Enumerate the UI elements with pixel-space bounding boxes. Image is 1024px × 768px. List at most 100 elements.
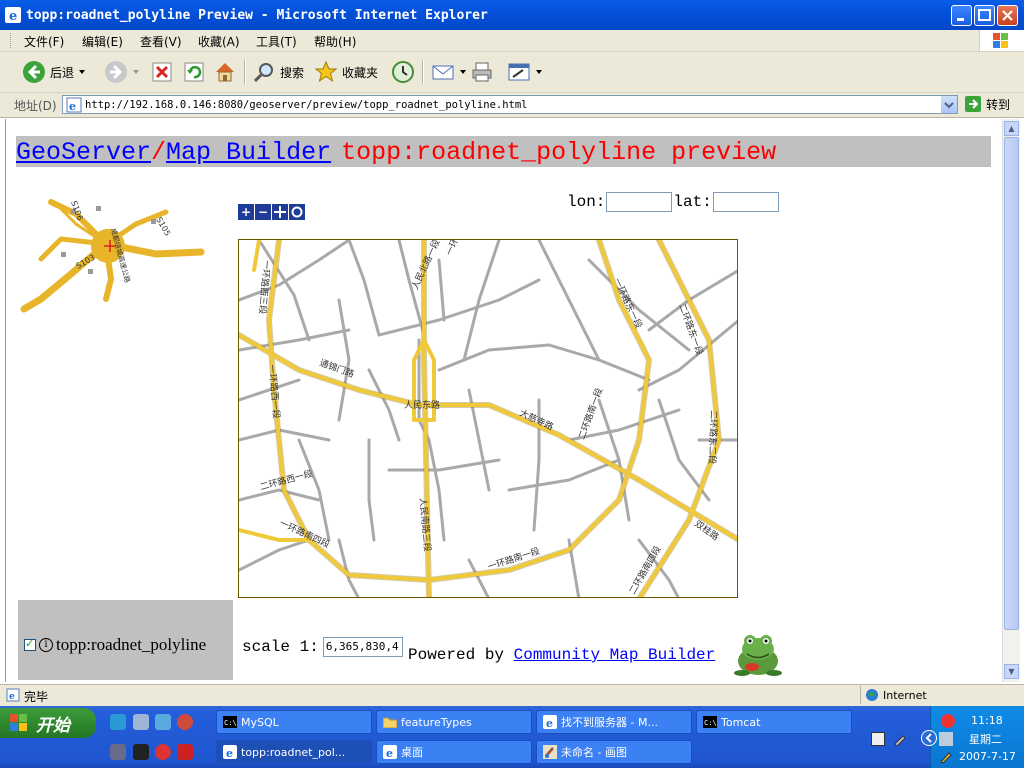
globe-icon	[866, 689, 878, 701]
favorites-button[interactable]: 收藏夹	[314, 58, 378, 86]
reset-button[interactable]	[289, 204, 305, 220]
print-button[interactable]	[470, 58, 494, 86]
forward-button[interactable]	[104, 58, 140, 86]
community-map-builder-link[interactable]: Community Map Builder	[514, 646, 716, 664]
coordinate-readout: lon: lat:	[567, 192, 780, 212]
lon-input[interactable]	[606, 192, 673, 212]
network-tray-icon[interactable]	[939, 732, 953, 746]
svg-text:e: e	[226, 747, 233, 759]
edit-button[interactable]	[507, 58, 543, 86]
stop-button[interactable]	[151, 58, 173, 86]
search-button[interactable]: 搜索	[252, 58, 304, 86]
page-done-icon: e	[6, 688, 20, 702]
vertical-scrollbar[interactable]: ▲ ▼	[1002, 119, 1020, 682]
windows-flag-icon	[993, 33, 1008, 48]
task-tomcat[interactable]: C:\ Tomcat	[696, 710, 852, 734]
app-quicklaunch-icon[interactable]	[177, 744, 193, 760]
lon-label: lon:	[567, 193, 606, 211]
zoom-in-button[interactable]: +	[238, 204, 254, 220]
home-icon	[216, 63, 234, 82]
address-dropdown-button[interactable]	[941, 96, 957, 113]
page-content: GeoServer/Map Builder topp:roadnet_polyli…	[5, 119, 1003, 682]
close-button[interactable]	[997, 5, 1018, 26]
home-button[interactable]	[213, 58, 237, 86]
map-builder-link[interactable]: Map Builder	[166, 138, 331, 167]
chevron-down-icon	[536, 70, 542, 74]
forward-arrow-icon	[105, 61, 127, 83]
ie-quicklaunch-icon[interactable]	[110, 714, 126, 730]
edit-page-icon	[508, 63, 530, 81]
input-method-icon[interactable]	[871, 732, 885, 746]
history-icon	[392, 61, 414, 83]
task-desktop[interactable]: e 桌面	[376, 740, 532, 764]
main-map[interactable]: 人民东路 人民北路一段 人民南路三段 一环路东一段 一环路南四段 一环路南一段 …	[238, 239, 738, 598]
menu-bar: 文件(F) 编辑(E) 查看(V) 收藏(A) 工具(T) 帮助(H)	[0, 30, 1024, 52]
menu-tools[interactable]: 工具(T)	[256, 33, 297, 50]
toolbar-separator	[244, 60, 246, 84]
explorer-quicklaunch-icon[interactable]	[133, 714, 149, 730]
pan-button[interactable]	[272, 204, 288, 220]
app-quicklaunch-icon[interactable]	[110, 744, 126, 760]
taskbar: 开始 C:\ MySQL featureTypes e 找不到服务器 - M..…	[0, 706, 1024, 768]
menu-file[interactable]: 文件(F)	[24, 33, 64, 50]
search-icon	[253, 63, 273, 83]
geoserver-link[interactable]: GeoServer	[16, 138, 151, 167]
svg-text:e: e	[69, 100, 76, 113]
mail-button[interactable]	[431, 58, 467, 86]
scroll-thumb[interactable]	[1004, 137, 1019, 630]
powered-text: Powered by	[408, 646, 505, 664]
scale-input[interactable]: 6,365,830,4	[322, 637, 403, 657]
scroll-down-button[interactable]: ▼	[1004, 664, 1019, 679]
page-header: GeoServer/Map Builder topp:roadnet_polyli…	[16, 136, 991, 167]
window-title-bar[interactable]: e topp:roadnet_polyline Preview - Micros…	[0, 0, 1024, 30]
back-arrow-icon	[23, 61, 45, 83]
history-button[interactable]	[391, 58, 415, 86]
task-roadnet-preview[interactable]: e topp:roadnet_pol...	[216, 740, 372, 764]
console-icon: C:\	[223, 716, 237, 728]
scroll-up-button[interactable]: ▲	[1004, 121, 1019, 136]
browser-quicklaunch-icon[interactable]	[155, 714, 171, 730]
weibo-quicklaunch-icon[interactable]	[155, 744, 171, 760]
go-button[interactable]: 转到	[964, 95, 1010, 113]
menu-favorites[interactable]: 收藏(A)	[198, 33, 240, 50]
mail-icon	[432, 65, 454, 80]
task-mysql[interactable]: C:\ MySQL	[216, 710, 372, 734]
info-icon[interactable]: i	[39, 638, 53, 652]
pencil-tray-icon[interactable]	[939, 750, 953, 764]
start-button[interactable]: 开始	[0, 708, 96, 738]
weibo-tray-icon[interactable]	[941, 714, 955, 728]
window-title: topp:roadnet_polyline Preview - Microsof…	[26, 8, 488, 23]
svg-text:C:\: C:\	[704, 719, 717, 727]
task-featuretypes[interactable]: featureTypes	[376, 710, 532, 734]
lat-input[interactable]	[712, 192, 779, 212]
refresh-button[interactable]	[183, 58, 205, 86]
road-label: 一环路北一段	[443, 240, 477, 257]
back-button[interactable]: 后退	[22, 58, 86, 86]
powered-by: Powered by Community Map Builder	[408, 646, 715, 664]
task-server-not-found[interactable]: e 找不到服务器 - M...	[536, 710, 692, 734]
frog-logo-icon[interactable]	[732, 631, 784, 679]
overview-map[interactable]: S106 S105 S103 成都绕城高速公路	[16, 184, 206, 334]
menu-help[interactable]: 帮助(H)	[314, 33, 356, 50]
status-text: 完毕	[24, 690, 49, 704]
layer-visibility-checkbox[interactable]	[24, 637, 36, 651]
address-input[interactable]: e http://192.168.0.146:8080/geoserver/pr…	[62, 95, 958, 114]
close-icon	[1002, 10, 1013, 21]
security-zone: Internet	[860, 686, 1024, 704]
minimize-button[interactable]	[951, 5, 972, 26]
chevron-down-icon	[460, 70, 466, 74]
tray-expand-button[interactable]	[921, 730, 937, 746]
maximize-button[interactable]	[974, 5, 995, 26]
legend-row: i topp:roadnet_polyline	[24, 635, 206, 655]
chevron-down-icon	[79, 70, 86, 74]
menu-view[interactable]: 查看(V)	[140, 33, 182, 50]
tool-tray-icon[interactable]	[893, 732, 907, 747]
ie-icon: e	[223, 745, 237, 759]
media-quicklaunch-icon[interactable]	[177, 714, 193, 730]
task-paint[interactable]: 未命名 - 画图	[536, 740, 692, 764]
page-icon: e	[66, 97, 82, 113]
app-quicklaunch-icon[interactable]	[133, 744, 149, 760]
menu-edit[interactable]: 编辑(E)	[82, 33, 123, 50]
clock-day: 星期二	[969, 733, 1002, 746]
zoom-out-button[interactable]: −	[255, 204, 271, 220]
